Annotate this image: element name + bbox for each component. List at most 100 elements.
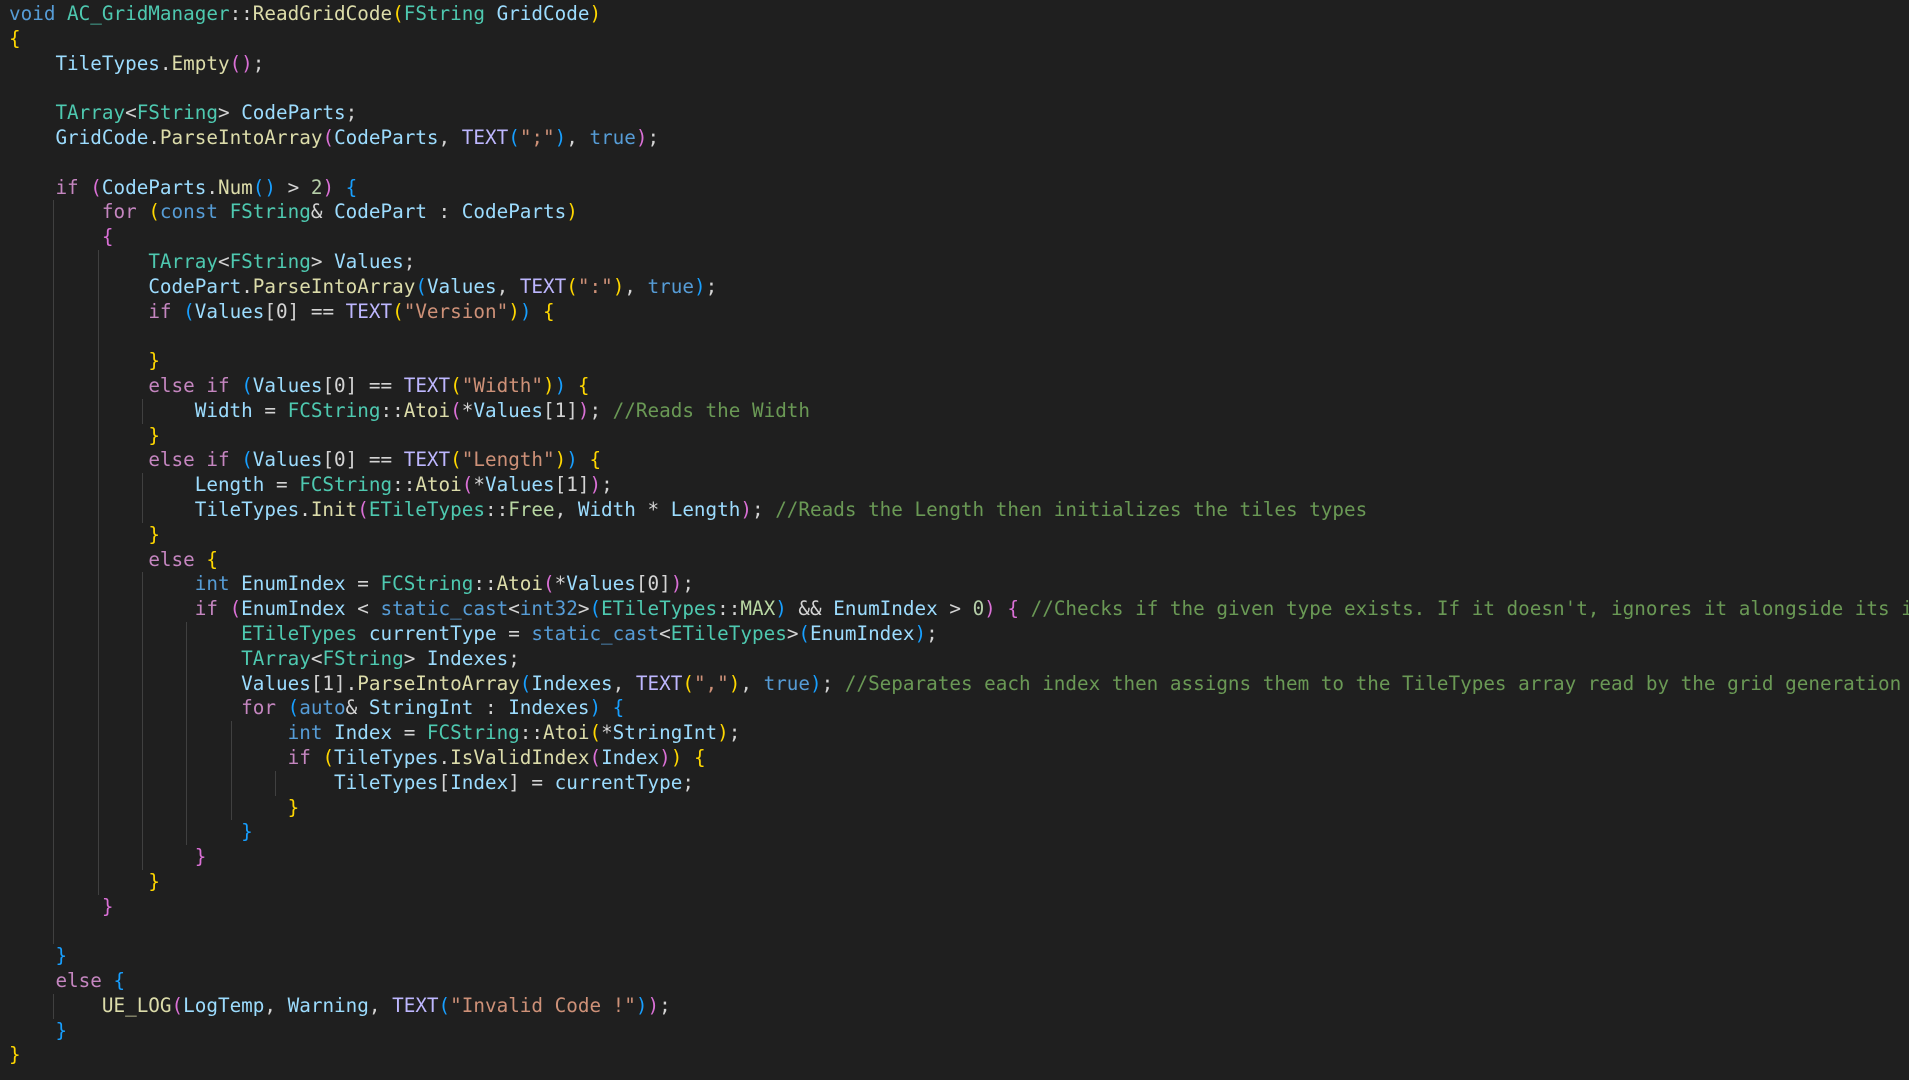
code-line[interactable]: }	[9, 423, 1909, 449]
code-token: >	[786, 621, 799, 645]
code-token: Index	[450, 770, 509, 794]
code-line[interactable]: }	[9, 944, 1909, 969]
code-token: CodeParts	[461, 200, 567, 224]
code-line[interactable]: int EnumIndex = FCString::Atoi(*Values[0…	[9, 572, 1909, 598]
code-token: Length	[670, 497, 741, 521]
code-editor[interactable]: void AC_GridManager::ReadGridCode(FStrin…	[0, 0, 1909, 1080]
code-token: AC_GridManager	[67, 2, 230, 25]
indent-guide	[53, 423, 55, 449]
code-line[interactable]: TArray<FString> Indexes;	[9, 646, 1909, 672]
code-token: )	[647, 993, 660, 1017]
code-line[interactable]: if (EnumIndex < static_cast<int32>(ETile…	[9, 597, 1909, 622]
code-token: GridCode	[496, 2, 590, 25]
code-token: TEXT	[519, 274, 567, 298]
code-line[interactable]: Length = FCString::Atoi(*Values[1]);	[9, 473, 1909, 498]
indent-guide	[53, 770, 55, 796]
code-token: (	[392, 2, 404, 25]
indent-guide	[53, 696, 55, 722]
code-token: [1]	[554, 473, 590, 497]
code-line[interactable]: }	[9, 522, 1909, 548]
code-line[interactable]: if (Values[0] == TEXT("Version")) {	[9, 299, 1909, 325]
code-token: {	[1007, 597, 1019, 621]
code-token: )	[810, 671, 822, 695]
code-line[interactable]: else {	[9, 547, 1909, 573]
code-line[interactable]: void AC_GridManager::ReadGridCode(FStrin…	[9, 2, 1909, 27]
code-token: {	[206, 547, 218, 571]
code-line[interactable]: if (CodeParts.Num() > 2) {	[9, 176, 1909, 201]
indent-guide	[186, 671, 188, 697]
code-line[interactable]: }	[9, 349, 1909, 374]
code-line[interactable]: TArray<FString> Values;	[9, 249, 1909, 275]
code-line[interactable]: {	[9, 27, 1909, 52]
code-line[interactable]: }	[9, 795, 1909, 821]
code-area[interactable]: void AC_GridManager::ReadGridCode(FStrin…	[9, 2, 1909, 1068]
code-token: ,	[624, 274, 648, 298]
code-line[interactable]: else {	[9, 969, 1909, 994]
code-token: )	[566, 448, 578, 472]
code-token: {	[345, 175, 358, 199]
code-line[interactable]: ETileTypes currentType = static_cast<ETi…	[9, 621, 1909, 647]
code-line[interactable]: TileTypes.Init(ETileTypes::Free, Width *…	[9, 497, 1909, 523]
indent-guide	[186, 621, 188, 647]
code-line[interactable]: Values[1].ParseIntoArray(Indexes, TEXT("…	[9, 671, 1909, 697]
code-token: Values	[334, 249, 404, 273]
code-token: )	[554, 125, 567, 149]
code-line[interactable]: TileTypes.Empty();	[9, 52, 1909, 77]
code-line[interactable]	[9, 919, 1909, 945]
code-line[interactable]: int Index = FCString::Atoi(*StringInt);	[9, 721, 1909, 746]
code-token: ;	[751, 497, 776, 521]
code-line[interactable]: for (const FString& CodePart : CodeParts…	[9, 200, 1909, 226]
code-token: (	[241, 373, 253, 397]
code-line[interactable]: else if (Values[0] == TEXT("Width")) {	[9, 373, 1909, 399]
code-token: (	[682, 671, 694, 695]
code-token: ==	[368, 373, 393, 397]
code-token: currentType	[368, 621, 497, 645]
code-token: [0]	[264, 299, 311, 323]
code-line[interactable]: for (auto& StringInt : Indexes) {	[9, 696, 1909, 722]
code-token: <	[659, 621, 671, 645]
code-line[interactable]: TileTypes[Index] = currentType;	[9, 770, 1909, 796]
code-line[interactable]: UE_LOG(LogTemp, Warning, TEXT("Invalid C…	[9, 993, 1909, 1019]
code-line[interactable]: TArray<FString> CodeParts;	[9, 101, 1909, 126]
code-line[interactable]: }	[9, 869, 1909, 895]
code-line[interactable]: }	[9, 1019, 1909, 1044]
code-token: )	[589, 473, 602, 497]
code-line[interactable]: }	[9, 845, 1909, 870]
code-line[interactable]: }	[9, 894, 1909, 920]
code-token: if	[206, 448, 230, 472]
indent-guide	[53, 274, 55, 300]
code-line[interactable]: }	[9, 1043, 1909, 1068]
code-token: "Width"	[461, 373, 544, 397]
code-line[interactable]	[9, 324, 1909, 350]
code-token: }	[148, 349, 160, 373]
code-line[interactable]: GridCode.ParseIntoArray(CodeParts, TEXT(…	[9, 126, 1909, 151]
indent-guide	[53, 522, 55, 548]
code-line[interactable]	[9, 76, 1909, 101]
indent-guide	[97, 473, 99, 498]
indent-guide	[97, 324, 99, 350]
indent-guide	[142, 721, 143, 746]
code-line[interactable]: {	[9, 225, 1909, 250]
code-token: Empty	[171, 51, 230, 75]
code-line[interactable]: }	[9, 820, 1909, 846]
code-token: ::	[229, 2, 253, 25]
code-token: ParseIntoArray	[357, 671, 520, 695]
code-line[interactable]: CodePart.ParseIntoArray(Values, TEXT(":"…	[9, 274, 1909, 300]
code-line[interactable]	[9, 151, 1909, 176]
code-line[interactable]: else if (Values[0] == TEXT("Length")) {	[9, 448, 1909, 474]
code-token: [0]	[322, 373, 369, 397]
code-line[interactable]: Width = FCString::Atoi(*Values[1]); //Re…	[9, 398, 1909, 424]
code-token: <	[217, 249, 230, 273]
indent-guide	[97, 398, 99, 424]
code-token: TArray	[241, 646, 311, 670]
indent-guide	[230, 721, 232, 746]
code-line[interactable]: if (TileTypes.IsValidIndex(Index)) {	[9, 745, 1909, 771]
code-token: <	[125, 101, 137, 125]
